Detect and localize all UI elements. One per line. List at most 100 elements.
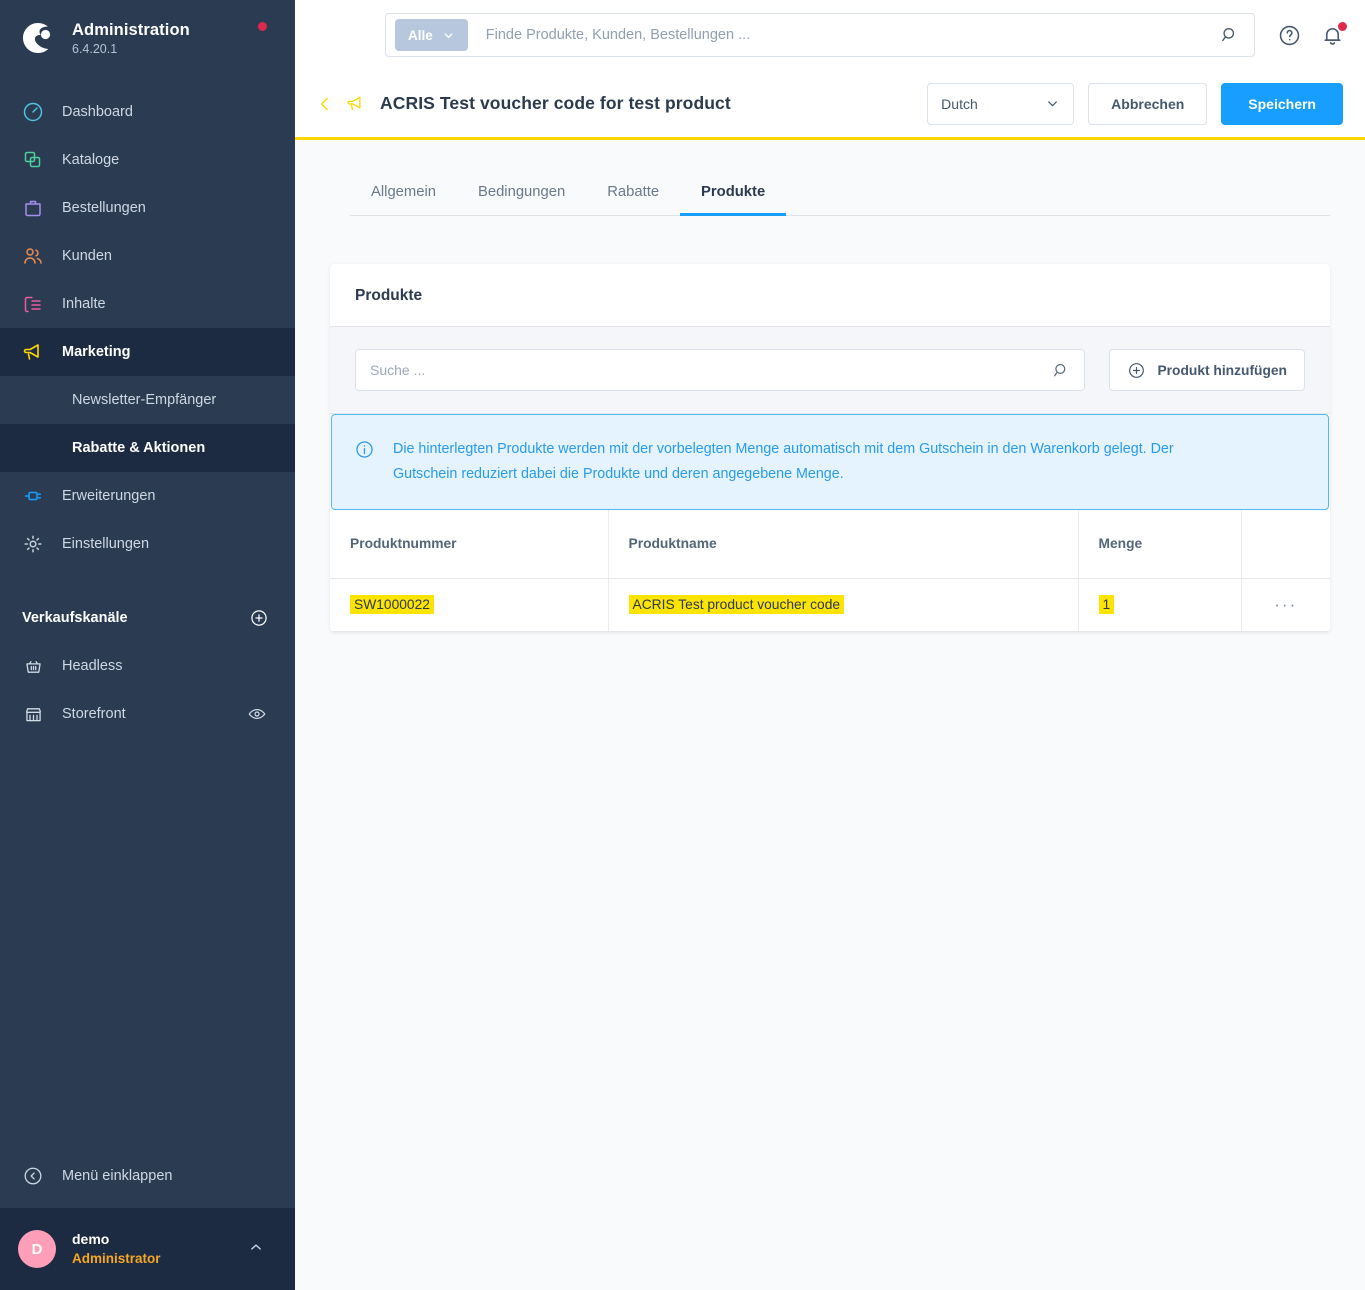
- sidebar-item-newsletter-empfaenger[interactable]: Newsletter-Empfänger: [0, 376, 295, 424]
- card-toolbar: Produkt hinzufügen: [330, 327, 1330, 414]
- topbar-icons: [1277, 21, 1347, 48]
- user-role: Administrator: [72, 1251, 161, 1266]
- sidebar-item-kataloge[interactable]: Kataloge: [0, 136, 295, 184]
- sidebar-version: 6.4.20.1: [72, 42, 118, 56]
- column-header-produktname[interactable]: Produktname: [608, 510, 1079, 579]
- notification-badge-dot: [1338, 21, 1347, 31]
- basket-icon: [20, 653, 46, 679]
- sidebar-item-erweiterungen[interactable]: Erweiterungen: [0, 472, 295, 520]
- cell-menge: 1: [1078, 578, 1242, 632]
- produktname-value: ACRIS Test product voucher code: [628, 595, 845, 614]
- add-product-button[interactable]: Produkt hinzufügen: [1109, 349, 1305, 391]
- dashboard-gauge-icon: [20, 99, 46, 125]
- cell-produktname: ACRIS Test product voucher code: [608, 578, 1079, 632]
- tab-bar: Allgemein Bedingungen Rabatte Produkte: [350, 172, 1330, 216]
- column-header-actions: [1241, 510, 1330, 579]
- app-root: Administration 6.4.20.1 Dashboard Katalo…: [0, 0, 1365, 1290]
- chevron-down-icon: [1045, 96, 1060, 111]
- sidebar-nav: Dashboard Kataloge Bestellungen Kunden I…: [0, 88, 295, 738]
- product-search-wrapper: [355, 349, 1086, 391]
- tab-rabatte[interactable]: Rabatte: [586, 173, 680, 216]
- marketing-megaphone-icon: [20, 339, 46, 365]
- cell-actions: ···: [1241, 578, 1330, 632]
- products-table: Produktnummer Produktname Menge SW100002…: [330, 510, 1330, 632]
- chevron-down-icon: [442, 29, 455, 42]
- card-header: Produkte: [330, 264, 1330, 327]
- settings-gear-icon: [20, 531, 46, 557]
- tab-bedingungen[interactable]: Bedingungen: [457, 173, 586, 216]
- global-search-wrapper: Alle: [385, 13, 1255, 57]
- sidebar-item-label: Erweiterungen: [62, 488, 156, 504]
- sidebar-user-menu[interactable]: D demo Administrator: [0, 1208, 295, 1290]
- search-scope-button[interactable]: Alle: [395, 19, 468, 51]
- sidebar-item-inhalte[interactable]: Inhalte: [0, 280, 295, 328]
- sidebar-section-verkaufskanaele: Verkaufskanäle: [0, 594, 295, 642]
- menge-value: 1: [1098, 595, 1115, 614]
- column-header-menge[interactable]: Menge: [1078, 510, 1242, 579]
- page-header: ACRIS Test voucher code for test product…: [295, 70, 1365, 140]
- main-area: Alle Finde Produkte, Kunden, Bestellunge…: [295, 0, 1365, 1290]
- shopware-logo-icon: [18, 18, 58, 58]
- column-header-produktnummer[interactable]: Produktnummer: [330, 510, 609, 579]
- ellipsis-icon[interactable]: ···: [1274, 595, 1297, 614]
- chevron-left-icon[interactable]: [315, 94, 345, 114]
- sidebar-item-headless[interactable]: Headless: [0, 642, 295, 690]
- cancel-button[interactable]: Abbrechen: [1088, 82, 1208, 125]
- eye-icon[interactable]: [247, 704, 267, 724]
- search-icon[interactable]: [1210, 25, 1250, 45]
- sidebar-section-label: Verkaufskanäle: [22, 610, 128, 626]
- storefront-icon: [20, 701, 46, 727]
- marketing-megaphone-icon: [345, 93, 366, 114]
- card-title: Produkte: [355, 287, 423, 304]
- chevron-up-icon[interactable]: [247, 1238, 265, 1261]
- search-icon[interactable]: [1044, 361, 1078, 380]
- sidebar-subitem-label: Rabatte & Aktionen: [72, 440, 206, 456]
- table-header-row: Produktnummer Produktname Menge: [330, 510, 1330, 579]
- sidebar-item-label: Marketing: [62, 344, 131, 360]
- sidebar-item-einstellungen[interactable]: Einstellungen: [0, 520, 295, 568]
- tab-produkte[interactable]: Produkte: [680, 173, 787, 216]
- avatar: D: [18, 1230, 56, 1268]
- search-scope-label: Alle: [408, 27, 433, 43]
- sidebar-item-label: Kataloge: [62, 152, 120, 168]
- chevron-left-circle-icon: [20, 1163, 46, 1189]
- sidebar-item-bestellungen[interactable]: Bestellungen: [0, 184, 295, 232]
- content-list-icon: [20, 291, 46, 317]
- sidebar-brand[interactable]: Administration 6.4.20.1: [0, 0, 295, 72]
- info-alert: Die hinterlegten Produkte werden mit der…: [331, 414, 1329, 510]
- info-circle-icon: [354, 439, 375, 487]
- sidebar-item-marketing[interactable]: Marketing: [0, 328, 295, 376]
- tab-allgemein[interactable]: Allgemein: [350, 173, 457, 216]
- sidebar: Administration 6.4.20.1 Dashboard Katalo…: [0, 0, 295, 1290]
- orders-bag-icon: [20, 195, 46, 221]
- save-button[interactable]: Speichern: [1221, 82, 1343, 125]
- add-product-label: Produkt hinzufügen: [1157, 362, 1287, 378]
- page-title: ACRIS Test voucher code for test product: [380, 93, 731, 113]
- page-header-actions: Dutch Abbrechen Speichern: [927, 82, 1343, 125]
- products-table-body: SW1000022 ACRIS Test product voucher cod…: [330, 578, 1330, 632]
- help-circle-icon[interactable]: [1277, 23, 1302, 48]
- sidebar-item-kunden[interactable]: Kunden: [0, 232, 295, 280]
- catalog-copy-icon: [20, 147, 46, 173]
- user-name: demo: [72, 1231, 110, 1247]
- sidebar-item-label: Inhalte: [62, 296, 106, 312]
- sidebar-item-storefront[interactable]: Storefront: [0, 690, 295, 738]
- sidebar-item-rabatte-aktionen[interactable]: Rabatte & Aktionen: [0, 424, 295, 472]
- topbar: Alle: [295, 0, 1365, 70]
- sidebar-item-label: Kunden: [62, 248, 112, 264]
- product-search-input[interactable]: [370, 362, 1045, 378]
- language-select-value: Dutch: [941, 95, 978, 112]
- sidebar-collapse-button[interactable]: Menü einklappen: [0, 1150, 295, 1202]
- customers-people-icon: [20, 243, 46, 269]
- sidebar-collapse-label: Menü einklappen: [62, 1168, 173, 1184]
- search-input[interactable]: [467, 15, 1210, 55]
- extensions-plug-icon: [20, 483, 46, 509]
- sidebar-item-dashboard[interactable]: Dashboard: [0, 88, 295, 136]
- bell-icon[interactable]: [1320, 21, 1347, 48]
- sidebar-subitem-label: Newsletter-Empfänger: [72, 392, 217, 408]
- sidebar-item-label: Bestellungen: [62, 200, 146, 216]
- table-row[interactable]: SW1000022 ACRIS Test product voucher cod…: [330, 578, 1330, 632]
- language-select[interactable]: Dutch: [927, 82, 1075, 125]
- plus-circle-icon[interactable]: [249, 608, 269, 628]
